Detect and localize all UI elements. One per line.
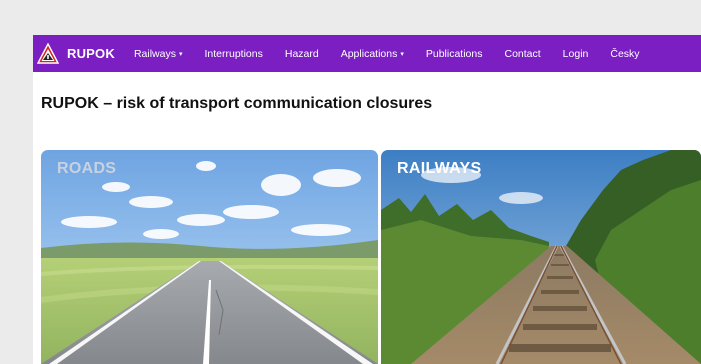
- hazard-warning-icon: [37, 42, 59, 64]
- nav-item-login[interactable]: Login: [563, 48, 589, 60]
- nav-item-label: Hazard: [284, 47, 319, 60]
- nav-item-label: Applications: [340, 47, 398, 60]
- railways-label: RAILWAYS: [397, 160, 482, 177]
- railways-image: [381, 150, 701, 364]
- nav-item-contact[interactable]: Contact: [504, 48, 540, 60]
- nav-item-label: Česky: [610, 47, 640, 60]
- nav-item-label: Interruptions: [204, 47, 263, 60]
- nav-item-interruptions[interactable]: Interruptions: [204, 48, 262, 60]
- brand-link[interactable]: RUPOK: [37, 35, 115, 72]
- roads-tile[interactable]: ROADS: [41, 150, 378, 364]
- page-container: RUPOK Railways ▾ Interruptions Hazard Ap…: [33, 35, 701, 364]
- nav-item-label: Login: [562, 47, 589, 60]
- nav-item-label: Contact: [504, 47, 541, 60]
- roads-image: [41, 150, 378, 364]
- nav-item-label: Publications: [425, 47, 483, 60]
- railways-tile[interactable]: RAILWAYS: [381, 150, 701, 364]
- nav-item-applications[interactable]: Applications ▾: [341, 48, 404, 60]
- brand-name: RUPOK: [67, 46, 115, 61]
- chevron-down-icon: ▾: [178, 50, 183, 58]
- nav-item-language[interactable]: Česky: [610, 48, 639, 60]
- nav-item-label: Railways: [133, 47, 176, 60]
- roads-label: ROADS: [57, 160, 117, 177]
- nav-item-publications[interactable]: Publications: [426, 48, 483, 60]
- nav-item-hazard[interactable]: Hazard: [285, 48, 319, 60]
- chevron-down-icon: ▾: [400, 50, 404, 58]
- page-title: RUPOK – risk of transport communication …: [41, 95, 433, 112]
- nav-item-railways[interactable]: Railways ▾: [134, 48, 183, 60]
- nav-menu: Railways ▾ Interruptions Hazard Applicat…: [134, 48, 662, 60]
- navbar: RUPOK Railways ▾ Interruptions Hazard Ap…: [33, 35, 701, 72]
